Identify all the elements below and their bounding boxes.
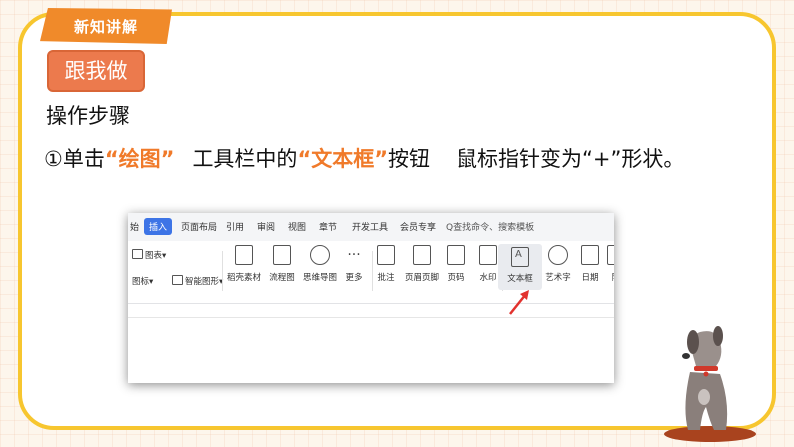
chart-icon [132, 249, 143, 259]
ribbon-tab-bar: 始 插入 页面布局 引用 审阅 视图 章节 开发工具 会员专享 Q查找命令、搜索… [128, 213, 614, 242]
attachment-icon [607, 245, 614, 265]
command-search[interactable]: Q查找命令、搜索模板 [446, 220, 534, 233]
icon-item[interactable]: 图标▾ [132, 275, 153, 287]
attachment-button[interactable]: 附 [594, 245, 614, 283]
draw-highlight: “绘图” [104, 147, 175, 171]
follow-me-button[interactable]: 跟我做 [47, 50, 145, 92]
red-pointer-arrow-icon [509, 290, 529, 315]
cursor-text: 鼠标指针变为“+”形状。 [456, 147, 685, 171]
document-area-edge [128, 317, 614, 318]
tab-insert[interactable]: 插入 [144, 218, 173, 235]
section-tag-label: 新知讲解 [73, 18, 138, 36]
ribbon-screenshot: 始 插入 页面布局 引用 审阅 视图 章节 开发工具 会员专享 Q查找命令、搜索… [128, 213, 614, 383]
tab-view[interactable]: 视图 [288, 220, 306, 233]
smart-art-item[interactable]: 智能图形▾ [172, 275, 223, 287]
section-tag: 新知讲解 [40, 8, 172, 44]
toolbar-mid-text: 工具栏中的 [192, 147, 298, 171]
tab-developer[interactable]: 开发工具 [352, 220, 388, 233]
smart-art-icon [172, 275, 183, 285]
tab-start[interactable]: 始 [130, 220, 139, 233]
button-word: 按钮 [388, 147, 431, 171]
material-icon [235, 245, 253, 265]
dog-illustration [664, 326, 756, 442]
header-footer-icon [413, 245, 431, 265]
tab-page-layout[interactable]: 页面布局 [181, 220, 217, 233]
comment-icon [377, 245, 395, 265]
chart-item[interactable]: 图表▾ [132, 249, 166, 261]
instruction-text: ①单击“绘图” 工具栏中的“文本框”按钮 鼠标指针变为“+”形状。 [44, 143, 684, 173]
textbox-icon [511, 247, 529, 267]
tab-references[interactable]: 引用 [226, 220, 244, 233]
textbox-highlight: “文本框” [297, 147, 389, 171]
mindmap-icon [310, 245, 330, 265]
page-number-icon [447, 245, 465, 265]
watermark-icon [479, 245, 497, 265]
wordart-icon [548, 245, 568, 265]
more-icon: ··· [347, 247, 361, 263]
insert-ribbon: 图表▾ 图标▾ 智能图形▾ 稻壳素材 流程图 思维导图 ··· 更多 批注 [128, 241, 614, 304]
step-prefix: ①单击 [44, 147, 105, 171]
tab-chapter[interactable]: 章节 [319, 220, 337, 233]
steps-title: 操作步骤 [46, 104, 130, 128]
tab-review[interactable]: 审阅 [257, 220, 275, 233]
flowchart-icon [273, 245, 291, 265]
tab-member[interactable]: 会员专享 [400, 220, 436, 233]
